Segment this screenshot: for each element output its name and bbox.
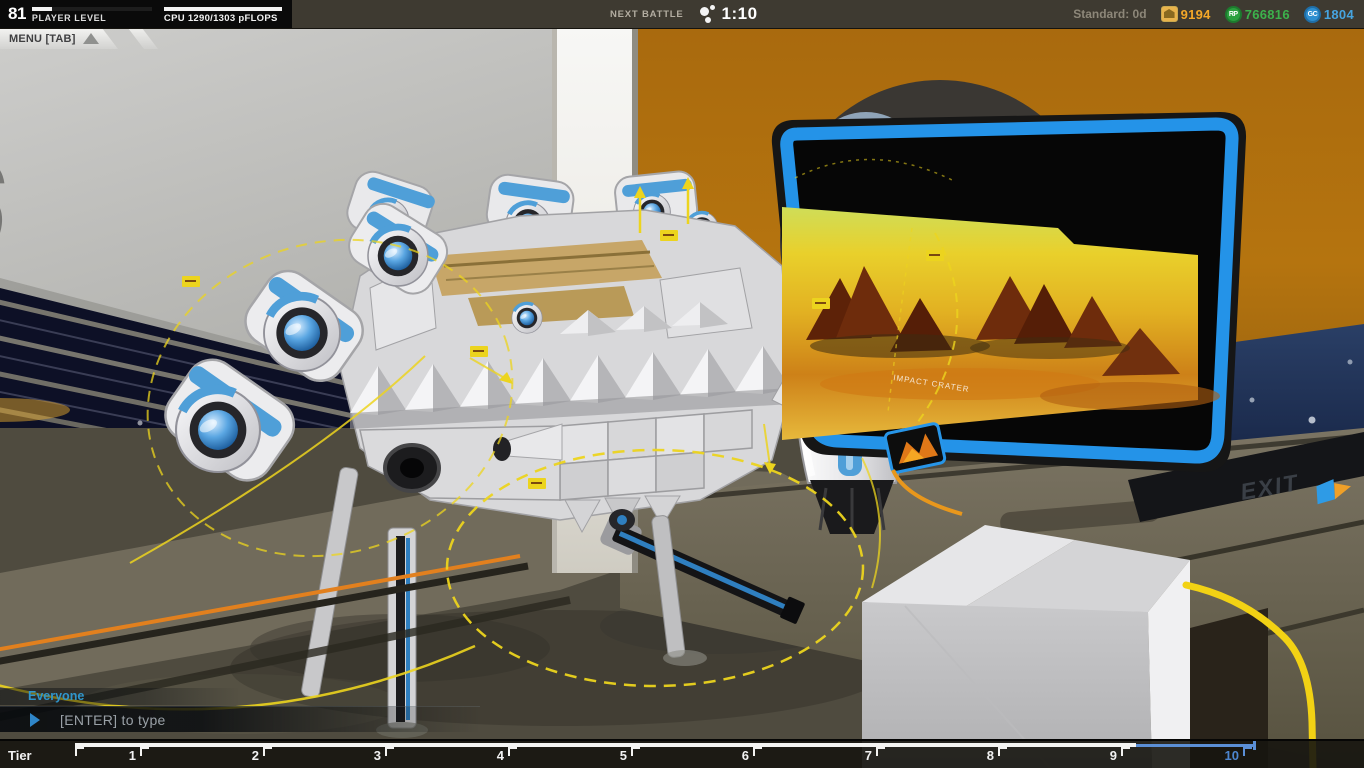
chat-panel: Everyone [ENTER] to type xyxy=(0,688,700,732)
tech-points-icon xyxy=(1161,6,1178,22)
tier-label: Tier xyxy=(8,748,32,763)
battle-timer-icon xyxy=(698,4,718,24)
top-hud: 81 PLAYER LEVEL CPU 1290/1303 pFLOPS NEX… xyxy=(0,0,1364,29)
chat-channel-label: Everyone xyxy=(28,689,84,703)
player-stats-panel: 81 PLAYER LEVEL CPU 1290/1303 pFLOPS xyxy=(0,0,292,28)
tier-progress-bar: Tier 1 2 3 4 5 6 7 8 9 10 xyxy=(0,739,1364,768)
galaxy-cash-value: 1804 xyxy=(1324,7,1354,22)
robit-points-currency[interactable]: RP 766816 xyxy=(1225,6,1290,23)
tier-progress-line xyxy=(75,743,1136,747)
currency-panel: Standard: 0d 9194 RP 766816 GC 1804 xyxy=(1073,6,1364,23)
garage-scene: 6 xyxy=(0,28,1364,768)
cpu-progress xyxy=(164,7,282,11)
menu-tab-button[interactable]: MENU [TAB] xyxy=(0,28,118,49)
tech-points-value: 9194 xyxy=(1181,7,1211,22)
chat-input-bar[interactable]: [ENTER] to type xyxy=(0,706,480,732)
player-level-value: 81 xyxy=(8,4,26,24)
menu-expand-icon xyxy=(83,33,99,44)
next-battle-timer: 1:10 xyxy=(722,4,758,24)
galaxy-cash-currency[interactable]: GC 1804 xyxy=(1304,6,1354,23)
robit-points-value: 766816 xyxy=(1245,7,1290,22)
season-status: Standard: 0d xyxy=(1073,7,1146,21)
robit-points-icon: RP xyxy=(1225,6,1242,23)
menu-tab-label: MENU [TAB] xyxy=(9,33,76,45)
chat-prompt-icon xyxy=(30,713,40,727)
player-level-label: PLAYER LEVEL xyxy=(32,13,106,23)
tech-points-currency[interactable]: 9194 xyxy=(1161,6,1211,22)
cpu-label: CPU 1290/1303 pFLOPS xyxy=(164,13,278,24)
tier-progress-line-active xyxy=(1136,744,1254,747)
tier-progress-end-tick xyxy=(1253,741,1256,750)
next-battle-panel: NEXT BATTLE 1:10 xyxy=(610,4,758,24)
player-level-progress xyxy=(32,7,152,11)
chat-channel-bar[interactable]: Everyone xyxy=(0,688,240,705)
galaxy-cash-icon: GC xyxy=(1304,6,1321,23)
next-battle-label: NEXT BATTLE xyxy=(610,9,684,20)
chat-input-hint: [ENTER] to type xyxy=(60,712,166,728)
robocraft-garage-screen: 6 xyxy=(0,0,1364,768)
